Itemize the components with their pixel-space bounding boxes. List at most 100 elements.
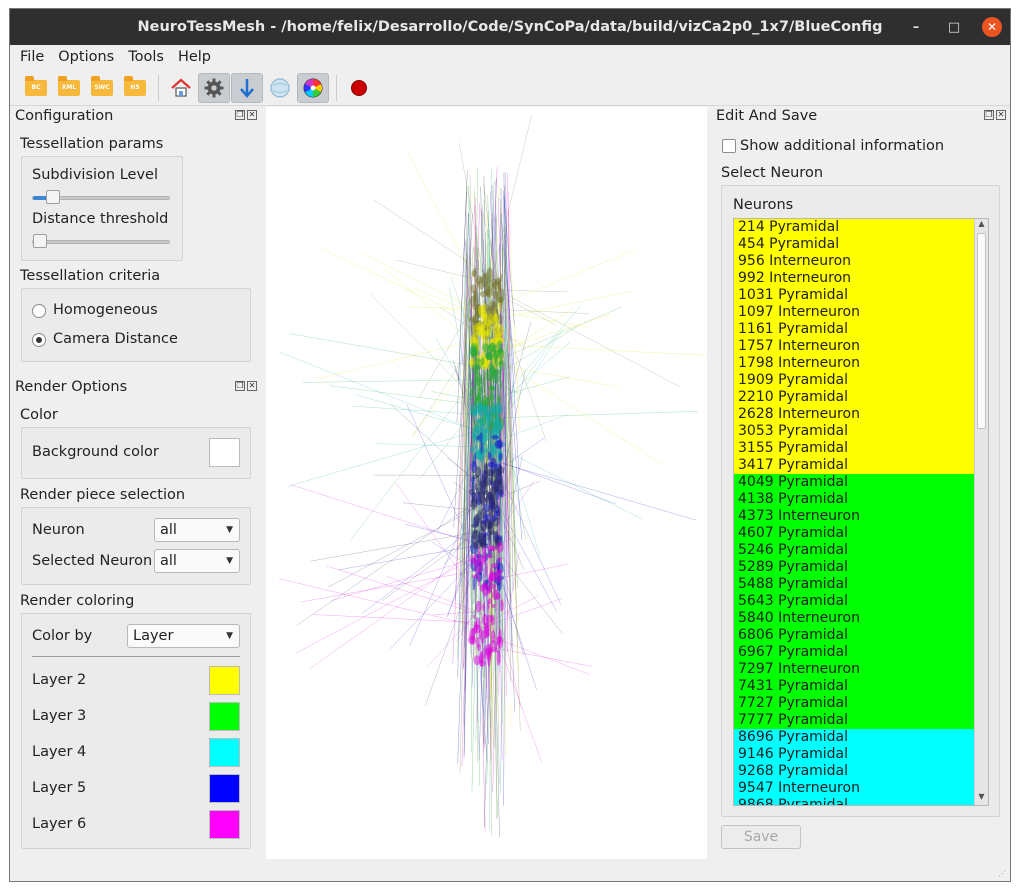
neuron-list-item[interactable]: 4373 Interneuron (734, 508, 975, 525)
neuron-list-item[interactable]: 2628 Interneuron (734, 406, 975, 423)
neuron-list-item[interactable]: 1161 Pyramidal (734, 321, 975, 338)
neuron-list-item[interactable]: 956 Interneuron (734, 253, 975, 270)
float-icon[interactable]: ❐ (984, 110, 994, 120)
layer-color-swatch[interactable] (209, 738, 240, 767)
neuron-list-item[interactable]: 9868 Pyramidal (734, 797, 975, 805)
scrollbar-thumb[interactable] (977, 233, 986, 429)
neuron-list-item[interactable]: 4607 Pyramidal (734, 525, 975, 542)
homogeneous-radio[interactable] (32, 304, 46, 318)
camera-distance-radio[interactable] (32, 333, 46, 347)
neuron-list-item[interactable]: 5246 Pyramidal (734, 542, 975, 559)
neuron-list-item[interactable]: 1798 Interneuron (734, 355, 975, 372)
neuron-3d-viewport[interactable] (266, 107, 707, 859)
maximize-button[interactable]: □ (944, 17, 964, 37)
neuron-list-item[interactable]: 5488 Pyramidal (734, 576, 975, 593)
color-by-select[interactable]: Layer ▼ (127, 624, 240, 648)
open-swc-button[interactable]: SWC (86, 73, 118, 103)
record-button[interactable] (343, 73, 375, 103)
neuron-list-item[interactable]: 1031 Pyramidal (734, 287, 975, 304)
soma-cluster (480, 440, 483, 454)
neuron-list-scrollbar[interactable]: ▲ ▼ (974, 219, 988, 805)
homogeneous-label[interactable]: Homogeneous (53, 302, 158, 318)
neuron-select[interactable]: all ▼ (154, 518, 240, 542)
home-button[interactable] (165, 73, 197, 103)
background-color-swatch[interactable] (209, 438, 240, 467)
close-icon[interactable]: ✕ (247, 110, 257, 120)
soma-cluster (485, 494, 492, 504)
soma-cluster (494, 440, 503, 449)
neuron-list-item[interactable]: 6967 Pyramidal (734, 644, 975, 661)
menu-file[interactable]: File (13, 49, 51, 65)
neuron-list-item[interactable]: 7431 Pyramidal (734, 678, 975, 695)
close-icon[interactable]: ✕ (247, 381, 257, 391)
layer-color-swatch[interactable] (209, 702, 240, 731)
neuron-list[interactable]: 214 Pyramidal 454 Pyramidal 956 Interneuro… (733, 218, 989, 806)
edit-save-toggle-button[interactable] (231, 72, 263, 103)
soma-cluster (491, 589, 499, 601)
neuron-list-item[interactable]: 3417 Pyramidal (734, 457, 975, 474)
soma-cluster (485, 562, 488, 577)
neuron-list-item[interactable]: 5289 Pyramidal (734, 559, 975, 576)
menu-help[interactable]: Help (171, 49, 218, 65)
neuron-list-item[interactable]: 9146 Pyramidal (734, 746, 975, 763)
subdivision-level-slider[interactable] (32, 190, 170, 204)
neuron-list-item[interactable]: 4049 Pyramidal (734, 474, 975, 491)
layer-color-swatch[interactable] (209, 774, 240, 803)
dendrite-line (497, 359, 666, 467)
float-icon[interactable]: ❐ (235, 110, 245, 120)
neuron-list-item[interactable]: 5643 Pyramidal (734, 593, 975, 610)
open-xml-button[interactable]: XML (53, 73, 85, 103)
neuron-list-item[interactable]: 1909 Pyramidal (734, 372, 975, 389)
soma-cluster (493, 476, 501, 492)
neuron-list-item[interactable]: 6806 Pyramidal (734, 627, 975, 644)
minimize-button[interactable]: – (906, 17, 926, 37)
neuron-list-item[interactable]: 3155 Pyramidal (734, 440, 975, 457)
configuration-toggle-button[interactable] (198, 72, 230, 103)
title-bar[interactable]: NeuroTessMesh - /home/felix/Desarrollo/C… (10, 9, 1010, 45)
show-info-checkbox[interactable] (722, 139, 736, 153)
neuron-list-item[interactable]: 1757 Interneuron (734, 338, 975, 355)
layer-color-swatch[interactable] (209, 666, 240, 695)
close-button[interactable]: ✕ (982, 17, 1002, 37)
layer-color-swatch[interactable] (209, 810, 240, 839)
soma-cluster (489, 571, 496, 583)
subdivision-slider-handle[interactable] (46, 190, 60, 204)
neuron-list-item[interactable]: 9268 Pyramidal (734, 763, 975, 780)
neuron-list-item[interactable]: 4138 Pyramidal (734, 491, 975, 508)
color-palette-button[interactable] (297, 72, 329, 103)
scroll-up-icon[interactable]: ▲ (975, 219, 988, 232)
neuron-list-item[interactable]: 7727 Pyramidal (734, 695, 975, 712)
selected-neuron-select[interactable]: all ▼ (154, 549, 240, 573)
close-icon[interactable]: ✕ (996, 110, 1006, 120)
neuron-list-item[interactable]: 8696 Pyramidal (734, 729, 975, 746)
soma-cluster (475, 418, 483, 423)
neuron-list-item[interactable]: 7777 Pyramidal (734, 712, 975, 729)
distance-slider-handle[interactable] (33, 234, 47, 248)
home-icon (171, 78, 191, 97)
soma-cluster (487, 545, 495, 552)
neuron-list-item[interactable]: 2210 Pyramidal (734, 389, 975, 406)
menu-options[interactable]: Options (51, 49, 121, 65)
neuron-list-item[interactable]: 214 Pyramidal (734, 219, 975, 236)
open-blueconfig-button[interactable]: BC (20, 73, 52, 103)
show-info-label[interactable]: Show additional information (740, 138, 944, 154)
neuron-list-item[interactable]: 454 Pyramidal (734, 236, 975, 253)
distance-threshold-slider[interactable] (32, 234, 170, 248)
save-button[interactable]: Save (721, 825, 801, 849)
neuron-sphere-button[interactable] (264, 73, 296, 103)
menu-tools[interactable]: Tools (121, 49, 171, 65)
resize-grip-icon[interactable]: ⋰ (998, 869, 1006, 878)
float-icon[interactable]: ❐ (235, 381, 245, 391)
soma-cluster (479, 404, 484, 417)
camera-distance-label[interactable]: Camera Distance (53, 331, 178, 347)
open-h5-button[interactable]: H5 (119, 73, 151, 103)
neuron-list-item[interactable]: 992 Interneuron (734, 270, 975, 287)
selected-neuron-select-value: all (160, 553, 177, 569)
neuron-list-item[interactable]: 5840 Interneuron (734, 610, 975, 627)
neuron-list-item[interactable]: 7297 Interneuron (734, 661, 975, 678)
neuron-list-item[interactable]: 1097 Interneuron (734, 304, 975, 321)
neuron-list-item[interactable]: 9547 Interneuron (734, 780, 975, 797)
scroll-down-icon[interactable]: ▼ (975, 792, 988, 805)
neuron-list-item[interactable]: 3053 Pyramidal (734, 423, 975, 440)
soma-cluster (480, 357, 485, 366)
